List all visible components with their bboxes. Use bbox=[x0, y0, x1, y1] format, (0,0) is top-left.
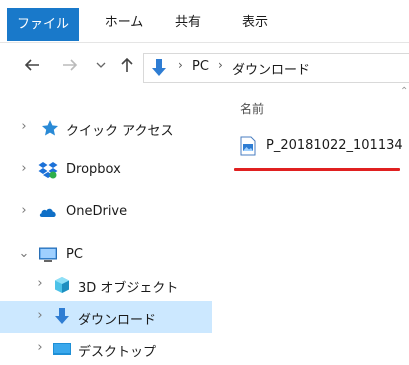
forward-arrow-icon bbox=[63, 59, 78, 71]
file-name: P_20181022_101134 bbox=[266, 138, 403, 153]
nav-item-label: PC bbox=[66, 247, 83, 262]
column-header-name[interactable]: 名前 bbox=[240, 100, 264, 117]
sort-caret-icon: ⌃ bbox=[400, 86, 409, 97]
nav-item-label: 3D オブジェクト bbox=[78, 281, 179, 296]
tab-view[interactable]: 表示 bbox=[231, 6, 279, 40]
file-row[interactable]: P_20181022_101134 bbox=[240, 134, 405, 158]
chevron-down-icon bbox=[96, 62, 106, 68]
nav-item-label: クイック アクセス bbox=[66, 124, 174, 139]
tab-file[interactable]: ファイル bbox=[7, 8, 79, 41]
nav-item-label: デスクトップ bbox=[78, 345, 157, 360]
nav-item-downloads[interactable]: › ダウンロード bbox=[0, 301, 212, 333]
nav-item-3d-objects[interactable]: › 3D オブジェクト bbox=[0, 269, 212, 301]
star-icon bbox=[42, 120, 58, 136]
3d-objects-icon bbox=[55, 277, 69, 293]
nav-item-pc[interactable]: ⌄ PC bbox=[0, 239, 212, 271]
highlight-underline bbox=[234, 168, 400, 171]
address-bar[interactable]: › PC › ダウンロード bbox=[143, 53, 409, 83]
download-icon bbox=[152, 59, 166, 76]
back-button[interactable] bbox=[20, 55, 44, 79]
navigation-pane: › クイック アクセス › Dropbox › OneDrive ⌄ PC › bbox=[0, 94, 212, 360]
recent-locations-button[interactable] bbox=[94, 55, 108, 79]
chevron-right-icon[interactable]: › bbox=[18, 120, 30, 133]
image-file-icon bbox=[240, 136, 256, 156]
dropbox-icon bbox=[38, 162, 58, 179]
breadcrumb-downloads[interactable]: ダウンロード bbox=[232, 59, 310, 78]
chevron-down-icon[interactable]: ⌄ bbox=[18, 247, 30, 260]
pc-icon bbox=[39, 247, 57, 262]
onedrive-icon bbox=[39, 208, 56, 217]
ribbon-tabs: ファイル ホーム 共有 表示 bbox=[0, 0, 409, 43]
nav-item-label: OneDrive bbox=[66, 204, 128, 219]
tab-share[interactable]: 共有 bbox=[168, 6, 208, 40]
breadcrumb-separator-icon: › bbox=[178, 58, 183, 72]
chevron-right-icon[interactable]: › bbox=[34, 341, 46, 354]
forward-button[interactable] bbox=[58, 55, 82, 79]
nav-item-onedrive[interactable]: › OneDrive bbox=[0, 196, 212, 228]
nav-item-dropbox[interactable]: › Dropbox bbox=[0, 154, 212, 186]
navigation-bar: › PC › ダウンロード bbox=[0, 43, 409, 93]
nav-item-desktop[interactable]: › デスクトップ bbox=[0, 333, 212, 365]
nav-item-quick-access[interactable]: › クイック アクセス bbox=[0, 112, 212, 144]
breadcrumb-pc[interactable]: PC bbox=[192, 59, 209, 74]
tab-home[interactable]: ホーム bbox=[100, 6, 148, 40]
back-arrow-icon bbox=[24, 59, 39, 71]
chevron-right-icon[interactable]: › bbox=[34, 277, 46, 290]
nav-item-label: Dropbox bbox=[66, 162, 121, 177]
breadcrumb-separator-icon: › bbox=[218, 58, 223, 72]
download-folder-icon bbox=[55, 308, 69, 324]
chevron-right-icon[interactable]: › bbox=[34, 309, 46, 322]
desktop-folder-icon bbox=[53, 343, 71, 355]
up-arrow-icon bbox=[121, 57, 133, 72]
up-button[interactable] bbox=[115, 55, 139, 79]
nav-item-label: ダウンロード bbox=[78, 313, 157, 328]
chevron-right-icon[interactable]: › bbox=[18, 204, 30, 217]
file-list-pane: ⌃ 名前 P_20181022_101134 bbox=[212, 86, 409, 358]
chevron-right-icon[interactable]: › bbox=[18, 162, 30, 175]
